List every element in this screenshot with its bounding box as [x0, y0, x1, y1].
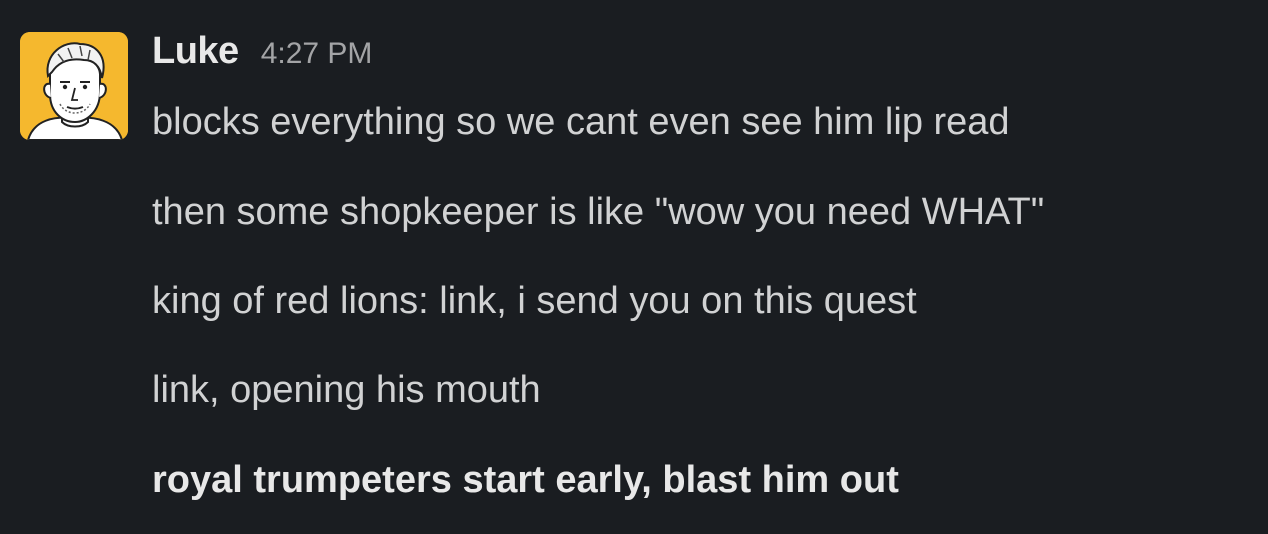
author-name[interactable]: Luke: [152, 30, 239, 73]
message-line: then some shopkeeper is like "wow you ne…: [152, 191, 1045, 233]
message-line: blocks everything so we cant even see hi…: [152, 101, 1010, 143]
message-line: link, opening his mouth: [152, 369, 541, 411]
chat-message: Luke 4:27 PM blocks everything so we can…: [0, 0, 1268, 534]
cartoon-portrait-icon: [20, 32, 128, 140]
message-line-bold: royal trumpeters start early, blast him …: [152, 459, 899, 501]
avatar[interactable]: [20, 32, 128, 140]
message-line: king of red lions: link, i send you on t…: [152, 280, 917, 322]
message-header: Luke 4:27 PM: [152, 30, 372, 84]
message-timestamp[interactable]: 4:27 PM: [261, 37, 373, 71]
